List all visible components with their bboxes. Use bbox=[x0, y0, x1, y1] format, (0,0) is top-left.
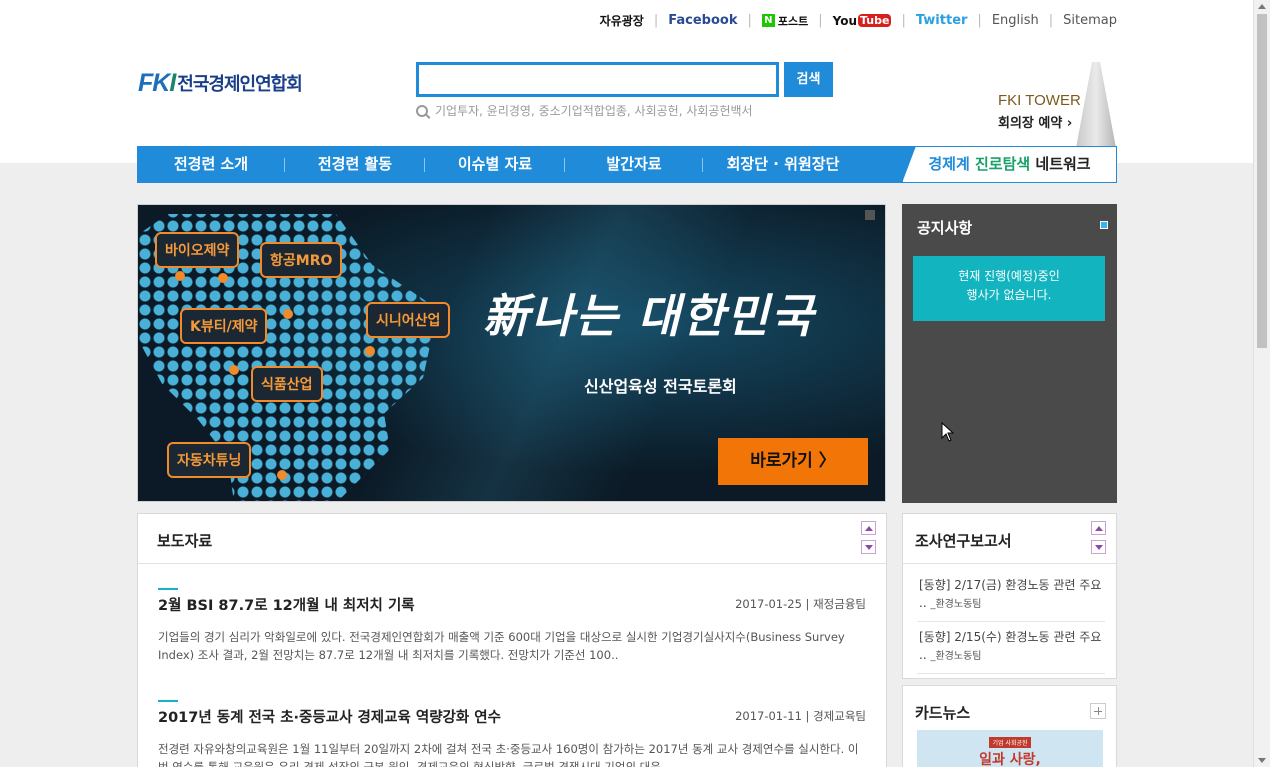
utility-links: 자유광장 | Facebook | N 포스트 | You Tube | Twitt… bbox=[600, 12, 1117, 29]
card-news-title: 카드뉴스 bbox=[915, 704, 971, 722]
article-summary: 전경련 자유와창의교육원은 1월 11일부터 20일까지 2차에 걸쳐 전국 초… bbox=[158, 742, 859, 767]
notice-panel: 공지사항 현재 진행(예정)중인 행사가 없습니다. bbox=[902, 204, 1117, 503]
map-marker-icon bbox=[229, 365, 239, 375]
accent-bar bbox=[158, 700, 178, 702]
banner-go-button[interactable]: 바로가기 〉 bbox=[718, 438, 868, 485]
youtube-you: You bbox=[832, 13, 857, 28]
research-title: 조사연구보고서 bbox=[915, 532, 1012, 550]
jayu-gwangjang-link[interactable]: 자유광장 bbox=[600, 12, 644, 29]
divider bbox=[917, 673, 1105, 674]
nav-item-issues[interactable]: 이슈별 자료 bbox=[425, 146, 565, 183]
article-meta: 2017-01-11 | 경제교육팀 bbox=[735, 709, 866, 723]
notice-message: 현재 진행(예정)중인 행사가 없습니다. bbox=[913, 256, 1105, 321]
nav-item-activities[interactable]: 전경련 활동 bbox=[285, 146, 425, 183]
press-article[interactable]: 2월 BSI 87.7로 12개월 내 최저치 기록 2017-01-25 | … bbox=[158, 588, 866, 662]
separator: | bbox=[1048, 13, 1054, 28]
twitter-link[interactable]: Twitter bbox=[916, 13, 968, 28]
divider bbox=[917, 621, 1105, 622]
facebook-link[interactable]: Facebook bbox=[668, 13, 737, 28]
banner-tag-mro: 항공MRO bbox=[260, 242, 343, 278]
naver-post-link[interactable]: N 포스트 bbox=[761, 13, 809, 29]
map-marker-icon bbox=[365, 346, 375, 356]
press-arrows bbox=[861, 521, 877, 559]
search-hint-keywords[interactable]: 기업투자, 윤리경영, 중소기업적합업종, 사회공헌, 사회공헌백서 bbox=[435, 102, 753, 119]
nav-item-about[interactable]: 전경련 소개 bbox=[137, 146, 285, 183]
article-meta: 2017-01-25 | 재정금융팀 bbox=[735, 597, 866, 611]
accent-bar bbox=[158, 588, 178, 590]
tower-reservation-link: 회의장 예약 › bbox=[998, 116, 1073, 131]
scroll-down-icon[interactable] bbox=[861, 540, 876, 554]
nav-item-publications[interactable]: 발간자료 bbox=[565, 146, 703, 183]
banner-tag-senior: 시니어산업 bbox=[366, 302, 451, 338]
tower-building-icon bbox=[1076, 62, 1116, 148]
research-report-panel: 조사연구보고서 [동향] 2/17(금) 환경노동 관련 주요 .. _환경노동… bbox=[902, 513, 1117, 679]
scrollbar-down-icon[interactable] bbox=[1258, 758, 1266, 763]
main-navigation: 전경련 소개 전경련 활동 이슈별 자료 발간자료 회장단 · 위원장단 경제계… bbox=[137, 146, 1117, 183]
research-item[interactable]: [동향] 2/17(금) 환경노동 관련 주요 .. _환경노동팀 bbox=[919, 576, 1105, 614]
scrollbar-thumb[interactable] bbox=[1257, 14, 1267, 348]
sitemap-link[interactable]: Sitemap bbox=[1063, 13, 1117, 28]
scroll-down-icon[interactable] bbox=[1091, 540, 1106, 554]
banner-tag-bio: 바이오제약 bbox=[155, 232, 240, 268]
scroll-up-icon[interactable] bbox=[1091, 521, 1106, 535]
youtube-link[interactable]: You Tube bbox=[833, 14, 892, 28]
search-icon bbox=[416, 104, 428, 117]
scrollbar-up-icon[interactable] bbox=[1258, 4, 1266, 9]
main-banner[interactable]: 바이오제약 항공MRO K뷰티/제약 시니어산업 식품산업 자동차튜닝 新나는 … bbox=[137, 204, 886, 502]
notice-title: 공지사항 bbox=[917, 219, 973, 237]
banner-calligraphy: 新나는 대한민국 bbox=[483, 289, 815, 343]
scroll-up-icon[interactable] bbox=[861, 521, 876, 535]
press-header: 보도자료 bbox=[138, 514, 886, 564]
press-article[interactable]: 2017년 동계 전국 초·중등교사 경제교육 역량강화 연수 2017-01-… bbox=[158, 700, 866, 767]
fki-logo[interactable]: FKI 전국경제인연합회 bbox=[138, 69, 303, 97]
map-marker-icon bbox=[283, 309, 293, 319]
separator: | bbox=[818, 13, 823, 28]
map-marker-icon bbox=[175, 271, 185, 281]
fki-tower-banner[interactable]: FKI TOWER 회의장 예약 › bbox=[990, 62, 1116, 148]
separator: | bbox=[977, 13, 982, 28]
plus-icon[interactable] bbox=[1090, 703, 1106, 719]
youtube-tube: Tube bbox=[858, 14, 892, 27]
banner-tag-kbeauty: K뷰티/제약 bbox=[180, 308, 268, 344]
nav-item-career-network[interactable]: 경제계 진로탐색 네트워크 bbox=[902, 146, 1117, 183]
nav-item-chairman[interactable]: 회장단 · 위원장단 bbox=[703, 146, 863, 183]
search-input[interactable] bbox=[416, 62, 779, 97]
separator: | bbox=[653, 13, 659, 28]
naver-icon: N bbox=[761, 14, 775, 27]
banner-pause-icon[interactable] bbox=[865, 210, 875, 220]
search-button[interactable]: 검색 bbox=[784, 62, 833, 97]
press-title: 보도자료 bbox=[157, 532, 213, 550]
fki-logo-mark: FKI bbox=[138, 69, 176, 97]
article-title[interactable]: 2017년 동계 전국 초·중등교사 경제교육 역량강화 연수 bbox=[158, 706, 501, 727]
separator: | bbox=[901, 13, 906, 28]
naver-post-label: 포스트 bbox=[777, 14, 809, 28]
separator: | bbox=[747, 13, 752, 28]
banner-tag-auto: 자동차튜닝 bbox=[167, 442, 252, 478]
card-news-panel: 카드뉴스 기업 사회공헌 일과 사랑, bbox=[902, 685, 1117, 767]
page-scrollbar[interactable] bbox=[1253, 0, 1270, 767]
map-marker-icon bbox=[277, 470, 287, 480]
research-item[interactable]: [동향] 2/15(수) 환경노동 관련 주요 .. _환경노동팀 bbox=[919, 628, 1105, 666]
article-title[interactable]: 2월 BSI 87.7로 12개월 내 최저치 기록 bbox=[158, 594, 415, 615]
card-news-thumbnail[interactable]: 기업 사회공헌 일과 사랑, bbox=[917, 730, 1103, 767]
banner-tag-food: 식품산업 bbox=[251, 366, 323, 402]
search-hint: 기업투자, 윤리경영, 중소기업적합업종, 사회공헌, 사회공헌백서 bbox=[416, 102, 753, 119]
english-link[interactable]: English bbox=[992, 13, 1039, 28]
fki-logo-text: 전국경제인연합회 bbox=[177, 74, 302, 95]
notice-more-icon[interactable] bbox=[1100, 221, 1108, 229]
banner-subtitle: 신산업육성 전국토론회 bbox=[584, 377, 737, 396]
research-header: 조사연구보고서 bbox=[903, 514, 1116, 564]
research-arrows bbox=[1091, 521, 1107, 559]
tower-name: FKI TOWER bbox=[998, 92, 1081, 109]
press-release-panel: 보도자료 2월 BSI 87.7로 12개월 내 최저치 기록 2017-01-… bbox=[137, 513, 887, 767]
article-summary: 기업들의 경기 심리가 악화일로에 있다. 전국경제인연합회가 매출액 기준 6… bbox=[158, 630, 845, 662]
map-marker-icon bbox=[218, 273, 228, 283]
